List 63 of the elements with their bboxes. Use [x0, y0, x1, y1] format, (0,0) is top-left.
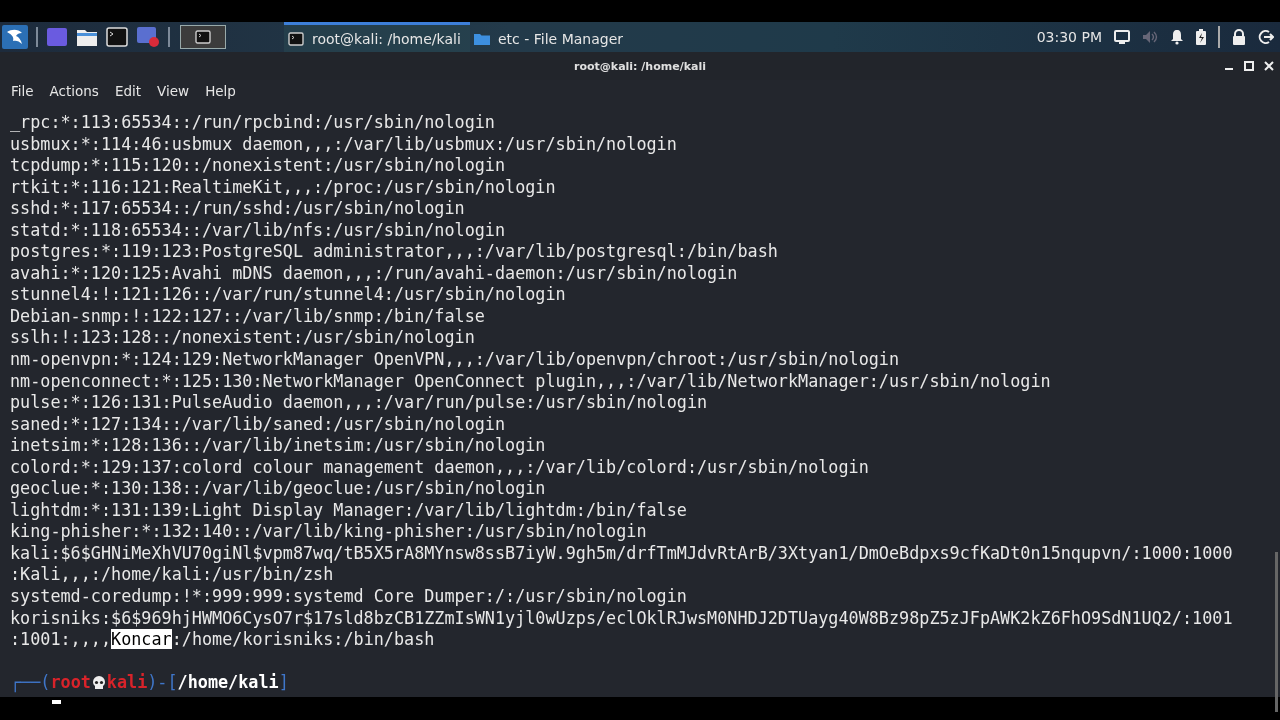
desktop-icon[interactable] — [46, 27, 68, 47]
menu-item[interactable]: Edit — [106, 80, 150, 102]
dragon-logo-icon[interactable] — [2, 25, 28, 49]
taskbar-window-button[interactable]: etc - File Manager — [470, 22, 656, 52]
terminal-line: nm-openvpn:*:124:129:NetworkManager OpenVPN,,,:/var/lib/openvpn/chroot:/usr/sbin/nologin — [10, 349, 901, 371]
skull-icon — [90, 675, 107, 692]
terminal-line: inetsim:*:128:136::/var/lib/inetsim:/usr/sbin/nologin — [10, 435, 547, 457]
prompt-corner: ┌──( — [10, 672, 51, 694]
notification-bell-icon[interactable] — [1170, 29, 1184, 45]
terminal-line: stunnel4:!:121:126::/var/run/stunnel4:/usr/sbin/nologin — [10, 284, 567, 306]
terminal-text: :/home/korisniks:/bin/bash — [171, 629, 435, 650]
logout-icon[interactable] — [1258, 29, 1274, 45]
monitor-icon[interactable] — [1114, 30, 1130, 44]
prompt-host: kali — [106, 672, 148, 694]
maximize-icon[interactable] — [1244, 61, 1254, 71]
text-cursor — [52, 699, 61, 704]
terminal-line: sshd:*:117:65534::/run/sshd:/usr/sbin/nologin — [10, 198, 466, 220]
terminal-line: lightdm:*:131:139:Light Display Manager:/var/lib/lightdm:/bin/false — [10, 499, 688, 522]
terminal-line: postgres:*:119:123:PostgreSQL administrator,,,:/var/lib/postgresql:/bin/bash — [10, 241, 779, 263]
terminal-line: korisniks:$6$969hjHWMO6CysO7r$17sld8bzCB1ZZmIsWN1yjl0wUzps/eclOklRJwsM0NHDJ2DTUayg40W8Bz98pZ5zJFpAWK2kZ6FhO9SdN1UQ2/:1001 — [10, 607, 1234, 630]
terminal-icon — [195, 30, 211, 44]
terminal-line: Debian-snmp:!:122:127::/var/lib/snmp:/bin/false — [10, 305, 486, 328]
terminal-text: :1001:,,,, — [10, 629, 112, 650]
terminal-line: king-phisher:*:132:140::/var/lib/king-phisher:/usr/sbin/nologin — [10, 521, 648, 543]
terminal-line: avahi:*:120:125:Avahi mDNS daemon,,,:/run/avahi-daemon:/usr/sbin/nologin — [10, 262, 739, 285]
menu-item[interactable]: File — [3, 80, 42, 102]
close-icon[interactable] — [1264, 61, 1274, 71]
menu-item[interactable]: Help — [197, 80, 244, 102]
window-label: root@kali: /home/kali — [312, 30, 461, 47]
clock[interactable]: 03:30 PM — [1036, 29, 1102, 45]
workspace-switcher[interactable] — [180, 25, 226, 49]
terminal-line: saned:*:127:134::/var/lib/saned:/usr/sbin/nologin — [10, 413, 507, 436]
scrollbar[interactable] — [1275, 552, 1278, 712]
prompt-bracket: ] — [278, 672, 289, 694]
terminal-line: sslh:!:123:128::/nonexistent:/usr/sbin/nologin — [10, 327, 476, 349]
prompt-directory: /home/kali — [177, 672, 279, 694]
terminal-line: :Kali,,,:/home/kali:/usr/bin/zsh — [10, 564, 335, 587]
terminal-line: usbmux:*:114:46:usbmux daemon,,,:/var/lib/usbmux:/usr/sbin/nologin — [10, 133, 678, 156]
menu-item[interactable]: View — [149, 80, 198, 102]
terminal-icon[interactable] — [106, 27, 128, 47]
folder-icon — [474, 32, 490, 45]
terminal-line: kali:$6$GHNiMeXhVU70giNl$vpm87wq/tB5X5rA8MYnsw8ssB7iyW.9gh5m/drfTmMJdvRtArB/3Xtyan1/DmOeBdpxs9cfKaDt0n15nqupvn/:1000:1000 — [10, 542, 1234, 565]
prompt-separator: )-[ — [147, 672, 178, 694]
selected-text: Koncar — [111, 629, 172, 650]
terminal-icon — [288, 31, 304, 46]
terminal-line: geoclue:*:130:138::/var/lib/geoclue:/usr/sbin/nologin — [10, 478, 547, 500]
folder-icon[interactable] — [76, 27, 98, 47]
terminal-line: tcpdump:*:115:120::/nonexistent:/usr/sbin/nologin — [10, 155, 507, 177]
terminal-line: nm-openconnect:*:125:130:NetworkManager OpenConnect plugin,,,:/var/lib/NetworkManager:/usr/sbin/nologin — [10, 370, 1052, 393]
terminal-line: systemd-coredump:!*:999:999:systemd Core Dumper:/:/usr/sbin/nologin — [10, 586, 688, 608]
screen-recorder-icon[interactable] — [136, 26, 160, 48]
volume-icon[interactable] — [1142, 30, 1158, 44]
menu-item[interactable]: Actions — [41, 80, 107, 102]
window-label: etc - File Manager — [498, 30, 623, 47]
lock-icon[interactable] — [1232, 29, 1246, 45]
window-title: root@kali: /home/kali — [574, 59, 706, 73]
terminal-line: rtkit:*:116:121:RealtimeKit,,,:/proc:/usr/sbin/nologin — [10, 176, 557, 199]
terminal-line: statd:*:118:65534::/var/lib/nfs:/usr/sbin/nologin — [10, 219, 507, 242]
terminal-line: _rpc:*:113:65534::/run/rpcbind:/usr/sbin/nologin — [10, 112, 496, 134]
terminal-line: colord:*:129:137:colord colour management daemon,,,:/var/lib/colord:/usr/sbin/nologin — [10, 456, 870, 479]
prompt-user: root — [50, 672, 91, 694]
battery-icon[interactable] — [1196, 29, 1206, 45]
terminal-line: pulse:*:126:131:PulseAudio daemon,,,:/var/run/pulse:/usr/sbin/nologin — [10, 392, 709, 414]
